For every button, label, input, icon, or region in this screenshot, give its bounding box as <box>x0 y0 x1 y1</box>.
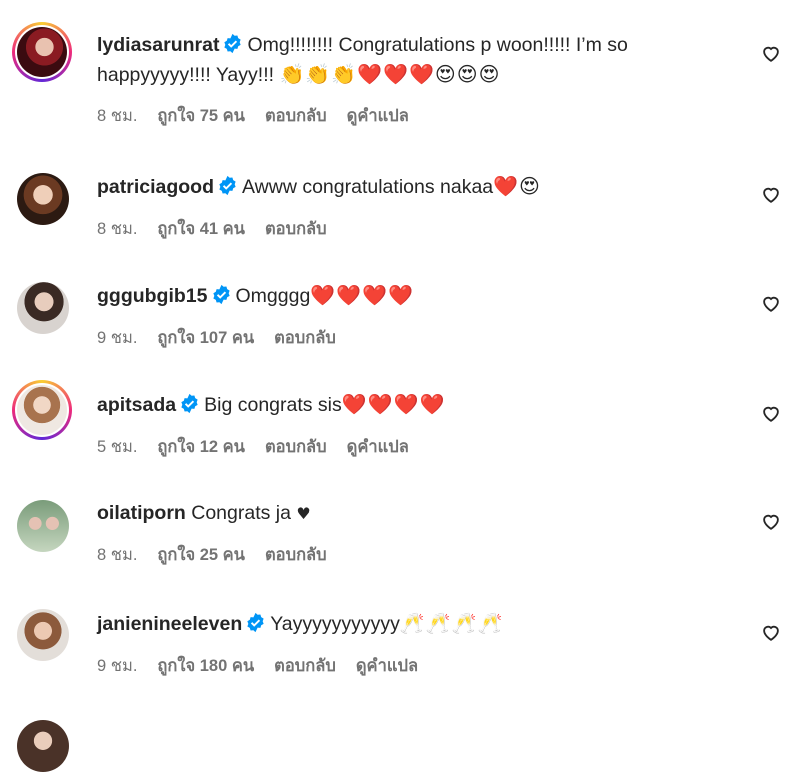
comment-meta: 8 ชม. ถูกใจ 75 คน ตอบกลับ ดูคำแปล <box>97 103 730 129</box>
likes-count[interactable]: ถูกใจ 107 คน <box>157 329 254 347</box>
comment-body: Awww congratulations nakaa <box>242 176 494 198</box>
heart-outline-icon[interactable] <box>760 510 782 532</box>
timestamp[interactable]: 9 ชม. <box>97 329 137 347</box>
username[interactable]: apitsada <box>97 394 176 416</box>
verified-badge-icon <box>212 284 230 305</box>
timestamp[interactable]: 8 ชม. <box>97 107 137 125</box>
timestamp[interactable]: 5 ชม. <box>97 438 137 456</box>
likes-count[interactable]: ถูกใจ 41 คน <box>157 220 245 238</box>
comment-meta: 9 ชม. ถูกใจ 107 คน ตอบกลับ <box>97 325 730 351</box>
comment-emoji: ♥ <box>296 504 312 523</box>
comment-body: Congrats ja <box>191 502 291 524</box>
reply-button[interactable]: ตอบกลับ <box>274 657 336 675</box>
reply-button[interactable]: ตอบกลับ <box>265 107 327 125</box>
avatar-story-ring[interactable] <box>12 22 72 82</box>
likes-count[interactable]: ถูกใจ 75 คน <box>157 107 245 125</box>
heart-outline-icon[interactable] <box>760 621 782 643</box>
heart-outline-icon[interactable] <box>760 402 782 424</box>
heart-outline-icon[interactable] <box>760 183 782 205</box>
comment-text: gggubgib15 Omgggg❤️❤️❤️❤️ <box>97 281 730 311</box>
comment-text: lydiasarunrat Omg!!!!!!!! Congratulations… <box>97 31 730 90</box>
username[interactable]: patriciagood <box>97 176 214 198</box>
avatar[interactable] <box>17 282 69 334</box>
timestamp[interactable]: 8 ชม. <box>97 546 137 564</box>
comment-emoji: ❤️❤️❤️❤️ <box>341 392 446 416</box>
translate-button[interactable]: ดูคำแปล <box>356 657 418 675</box>
comment-meta: 8 ชม. ถูกใจ 25 คน ตอบกลับ <box>97 542 730 568</box>
comment-text: apitsada Big congrats sis❤️❤️❤️❤️ <box>97 390 730 420</box>
verified-badge-icon <box>181 393 198 414</box>
reply-button[interactable]: ตอบกลับ <box>265 438 327 456</box>
likes-count[interactable]: ถูกใจ 25 คน <box>157 546 245 564</box>
avatar <box>17 385 67 435</box>
comment-text: janienineeleven Yayyyyyyyyyyy🥂🥂🥂🥂 <box>97 609 730 639</box>
comment-text: patriciagood Awww congratulations nakaa❤️… <box>97 172 730 202</box>
comment-text: oilatiporn Congrats ja ♥ <box>97 499 730 528</box>
comment-emoji: 👏👏👏❤️❤️❤️😍😍😍 <box>279 62 501 86</box>
comment-emoji: ❤️❤️❤️❤️ <box>310 283 414 307</box>
heart-outline-icon[interactable] <box>760 292 782 314</box>
reply-button[interactable]: ตอบกลับ <box>265 546 327 564</box>
likes-count[interactable]: ถูกใจ 180 คน <box>157 657 254 675</box>
comment-meta: 5 ชม. ถูกใจ 12 คน ตอบกลับ ดูคำแปล <box>97 434 730 460</box>
translate-button[interactable]: ดูคำแปล <box>347 107 409 125</box>
avatar-story-ring[interactable] <box>12 380 72 440</box>
username[interactable]: gggubgib15 <box>97 285 208 307</box>
username[interactable]: lydiasarunrat <box>97 34 219 56</box>
comment-body: Omgggg <box>235 285 311 307</box>
reply-button[interactable]: ตอบกลับ <box>274 329 336 347</box>
username[interactable]: janienineeleven <box>97 613 242 635</box>
avatar[interactable] <box>17 500 69 552</box>
avatar[interactable] <box>17 173 69 225</box>
comment-meta: 9 ชม. ถูกใจ 180 คน ตอบกลับ ดูคำแปล <box>97 653 730 679</box>
reply-button[interactable]: ตอบกลับ <box>265 220 327 238</box>
comment-body: Yayyyyyyyyyyy <box>270 613 400 635</box>
comment-meta: 8 ชม. ถูกใจ 41 คน ตอบกลับ <box>97 216 730 242</box>
translate-button[interactable]: ดูคำแปล <box>347 438 409 456</box>
verified-badge-icon <box>224 33 242 54</box>
avatar[interactable] <box>17 609 69 661</box>
heart-outline-icon[interactable] <box>760 42 782 64</box>
comment-body: Big congrats sis <box>204 394 342 416</box>
comment-emoji: ❤️😍 <box>493 174 541 198</box>
timestamp[interactable]: 9 ชม. <box>97 657 137 675</box>
likes-count[interactable]: ถูกใจ 12 คน <box>157 438 245 456</box>
verified-badge-icon <box>219 175 236 196</box>
username[interactable]: oilatiporn <box>97 502 186 524</box>
timestamp[interactable]: 8 ชม. <box>97 220 137 238</box>
avatar[interactable] <box>17 720 69 772</box>
avatar <box>17 27 67 77</box>
verified-badge-icon <box>247 612 264 633</box>
comment-emoji: 🥂🥂🥂🥂 <box>399 611 504 635</box>
